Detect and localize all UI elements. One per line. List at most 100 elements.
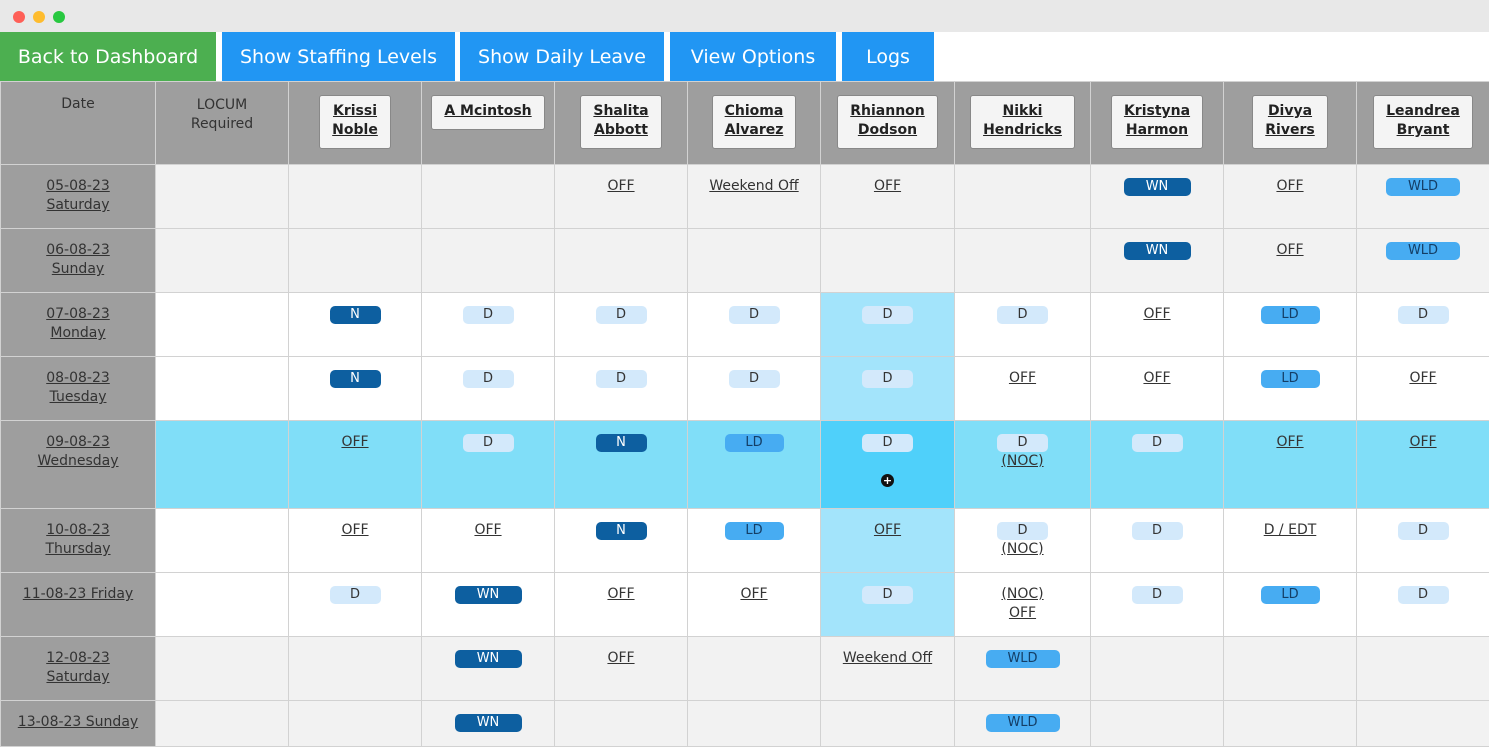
- shift-cell[interactable]: [1090, 700, 1224, 747]
- show-daily-leave-button[interactable]: Show Daily Leave: [460, 32, 664, 81]
- shift-text[interactable]: (NOC): [1001, 541, 1043, 557]
- shift-cell[interactable]: N: [288, 356, 422, 421]
- shift-text[interactable]: OFF: [474, 522, 501, 538]
- shift-cell[interactable]: D: [1090, 420, 1224, 509]
- shift-cell[interactable]: D: [1356, 292, 1489, 357]
- shift-cell[interactable]: [687, 700, 821, 747]
- maximize-window-icon[interactable]: [53, 11, 65, 23]
- shift-cell[interactable]: D: [1356, 572, 1489, 637]
- shift-text[interactable]: OFF: [1143, 370, 1170, 386]
- shift-cell[interactable]: D: [820, 292, 955, 357]
- shift-badge[interactable]: N: [329, 370, 381, 388]
- shift-badge[interactable]: LD: [724, 522, 784, 540]
- shift-cell[interactable]: D: [421, 420, 555, 509]
- shift-cell[interactable]: D: [1090, 508, 1224, 573]
- shift-badge[interactable]: N: [595, 434, 647, 452]
- shift-cell[interactable]: OFF: [554, 572, 688, 637]
- shift-cell[interactable]: WLD: [1356, 228, 1489, 293]
- locum-cell[interactable]: [155, 508, 289, 573]
- shift-text[interactable]: OFF: [874, 522, 901, 538]
- shift-cell[interactable]: [288, 636, 422, 701]
- shift-badge[interactable]: D: [595, 370, 647, 388]
- locum-cell[interactable]: [155, 636, 289, 701]
- date-cell[interactable]: 05-08-23 Saturday: [0, 164, 156, 229]
- staff-name-button[interactable]: A Mcintosh: [431, 95, 545, 130]
- shift-badge[interactable]: LD: [1260, 370, 1320, 388]
- shift-cell[interactable]: LD: [1223, 356, 1357, 421]
- shift-cell[interactable]: OFF: [687, 572, 821, 637]
- shift-cell[interactable]: [1223, 700, 1357, 747]
- shift-cell[interactable]: [554, 700, 688, 747]
- shift-cell[interactable]: OFF: [554, 636, 688, 701]
- locum-cell[interactable]: [155, 228, 289, 293]
- shift-cell[interactable]: [554, 228, 688, 293]
- shift-text[interactable]: OFF: [1276, 178, 1303, 194]
- minimize-window-icon[interactable]: [33, 11, 45, 23]
- shift-cell[interactable]: [1090, 636, 1224, 701]
- shift-badge[interactable]: D: [462, 434, 514, 452]
- shift-cell[interactable]: [687, 228, 821, 293]
- shift-badge[interactable]: D: [997, 522, 1048, 540]
- shift-text[interactable]: OFF: [1009, 370, 1036, 386]
- shift-cell[interactable]: N: [554, 420, 688, 509]
- staff-name-button[interactable]: Shalita Abbott: [580, 95, 662, 149]
- shift-cell[interactable]: OFF: [1223, 420, 1357, 509]
- show-staffing-levels-button[interactable]: Show Staffing Levels: [222, 32, 455, 81]
- shift-badge[interactable]: D: [462, 370, 514, 388]
- shift-cell[interactable]: OFF: [1090, 356, 1224, 421]
- date-cell[interactable]: 11-08-23 Friday: [0, 572, 156, 637]
- shift-cell[interactable]: Weekend Off: [820, 636, 955, 701]
- shift-text[interactable]: OFF: [1143, 306, 1170, 322]
- shift-badge[interactable]: D: [997, 306, 1048, 324]
- date-cell[interactable]: 06-08-23 Sunday: [0, 228, 156, 293]
- shift-badge[interactable]: N: [329, 306, 381, 324]
- shift-cell[interactable]: N: [288, 292, 422, 357]
- shift-cell[interactable]: WN: [1090, 164, 1224, 229]
- date-cell[interactable]: 12-08-23 Saturday: [0, 636, 156, 701]
- shift-cell[interactable]: D: [288, 572, 422, 637]
- shift-cell[interactable]: WLD: [1356, 164, 1489, 229]
- view-options-button[interactable]: View Options: [670, 32, 836, 81]
- shift-cell[interactable]: D: [554, 356, 688, 421]
- shift-cell[interactable]: D / EDT: [1223, 508, 1357, 573]
- shift-cell[interactable]: OFF: [954, 356, 1091, 421]
- shift-cell[interactable]: WLD: [954, 700, 1091, 747]
- shift-cell[interactable]: Weekend Off: [687, 164, 821, 229]
- date-cell[interactable]: 10-08-23 Thursday: [0, 508, 156, 573]
- shift-badge[interactable]: D: [1397, 306, 1449, 324]
- shift-badge[interactable]: D: [862, 370, 913, 388]
- shift-cell[interactable]: WN: [421, 636, 555, 701]
- shift-cell[interactable]: WLD: [954, 636, 1091, 701]
- shift-cell[interactable]: D: [687, 356, 821, 421]
- close-window-icon[interactable]: [13, 11, 25, 23]
- shift-badge[interactable]: D: [1131, 586, 1183, 604]
- shift-cell[interactable]: D (NOC): [954, 420, 1091, 509]
- shift-badge[interactable]: N: [595, 522, 647, 540]
- shift-cell[interactable]: [820, 228, 955, 293]
- shift-badge[interactable]: LD: [1260, 306, 1320, 324]
- shift-badge[interactable]: WN: [454, 714, 522, 732]
- shift-text[interactable]: Weekend Off: [843, 650, 932, 666]
- shift-badge[interactable]: D: [595, 306, 647, 324]
- shift-badge[interactable]: LD: [1260, 586, 1320, 604]
- shift-cell[interactable]: OFF: [288, 508, 422, 573]
- shift-cell[interactable]: N: [554, 508, 688, 573]
- shift-badge[interactable]: D: [862, 586, 913, 604]
- shift-text[interactable]: OFF: [607, 650, 634, 666]
- shift-cell[interactable]: OFF: [421, 508, 555, 573]
- locum-cell[interactable]: [155, 420, 289, 509]
- shift-cell[interactable]: WN: [421, 572, 555, 637]
- shift-text[interactable]: OFF: [1276, 434, 1303, 450]
- shift-cell[interactable]: [954, 164, 1091, 229]
- shift-badge[interactable]: D: [862, 306, 913, 324]
- shift-cell[interactable]: OFF: [1356, 356, 1489, 421]
- shift-cell[interactable]: OFF: [820, 508, 955, 573]
- locum-cell[interactable]: [155, 356, 289, 421]
- shift-cell[interactable]: [288, 228, 422, 293]
- date-cell[interactable]: 08-08-23 Tuesday: [0, 356, 156, 421]
- shift-badge[interactable]: D: [1397, 586, 1449, 604]
- staff-name-button[interactable]: Nikki Hendricks: [970, 95, 1075, 149]
- shift-text[interactable]: OFF: [740, 586, 767, 602]
- date-cell[interactable]: 07-08-23 Monday: [0, 292, 156, 357]
- shift-cell[interactable]: D: [554, 292, 688, 357]
